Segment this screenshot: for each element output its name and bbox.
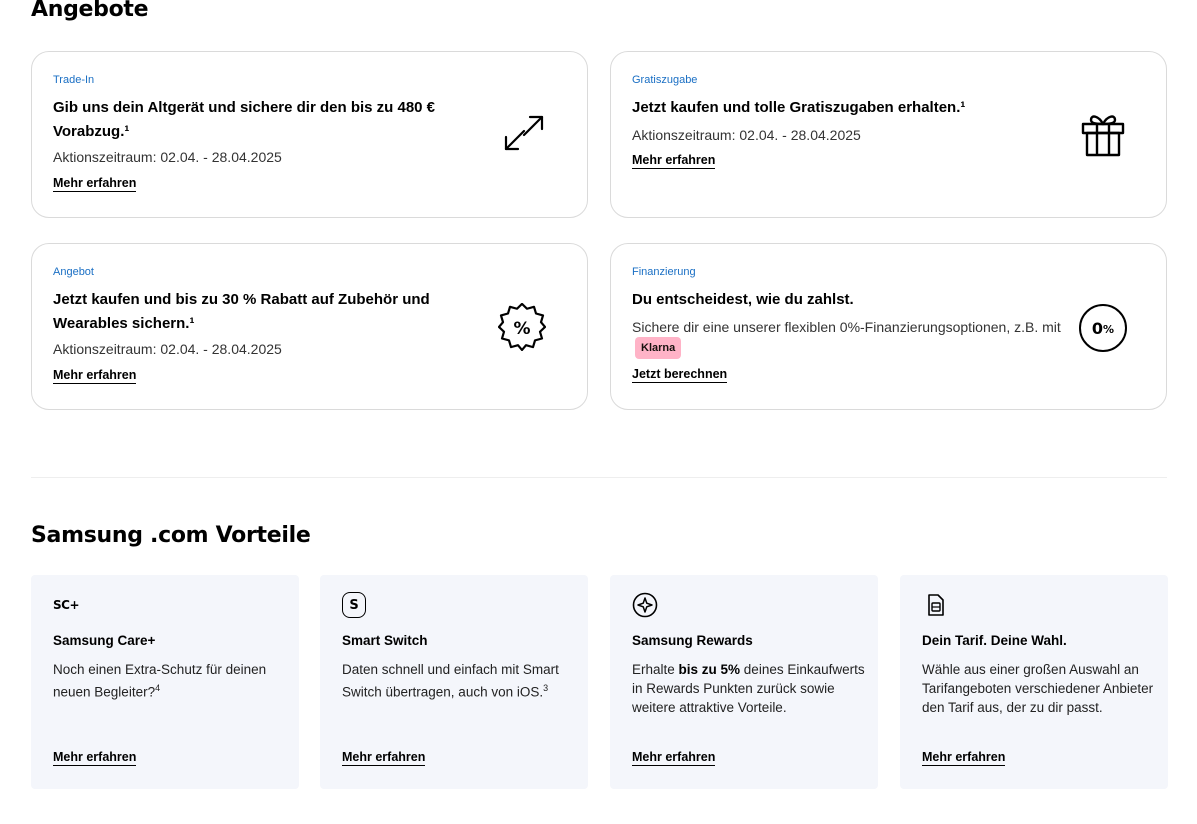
offer-more-link[interactable]: Mehr erfahren bbox=[53, 176, 137, 192]
offer-financing-text: Sichere dir eine unserer flexiblen 0%-Fi… bbox=[632, 317, 1062, 359]
benefit-title: Samsung Care+ bbox=[53, 633, 156, 648]
zero-percent-icon-number: 0 bbox=[1091, 318, 1104, 338]
benefit-title: Smart Switch bbox=[342, 633, 428, 648]
offer-period: Aktionszeitraum: 02.04. - 28.04.2025 bbox=[632, 127, 861, 143]
offer-eyebrow: Angebot bbox=[53, 266, 94, 278]
benefit-more-link[interactable]: Mehr erfahren bbox=[922, 750, 1006, 766]
offer-headline: Du entscheidest, wie du zahlst. bbox=[632, 291, 854, 308]
benefit-description: Erhalte bis zu 5% deines Einkaufwerts in… bbox=[632, 660, 867, 717]
offer-period: Aktionszeitraum: 02.04. - 28.04.2025 bbox=[53, 341, 282, 357]
rewards-star-icon bbox=[632, 592, 658, 618]
offer-card-gift[interactable]: Gratiszugabe Jetzt kaufen und tolle Grat… bbox=[610, 51, 1167, 218]
zero-percent-icon-sign: % bbox=[1103, 323, 1115, 336]
benefit-card-smart-switch[interactable]: S Smart Switch Daten schnell und einfach… bbox=[320, 575, 588, 789]
benefit-description: Daten schnell und einfach mit Smart Swit… bbox=[342, 660, 577, 702]
benefit-description-text: Erhalte bbox=[632, 662, 679, 677]
benefit-title: Samsung Rewards bbox=[632, 633, 753, 648]
offer-period: Aktionszeitraum: 02.04. - 28.04.2025 bbox=[53, 149, 282, 165]
offer-eyebrow: Finanzierung bbox=[632, 266, 696, 278]
percent-badge-icon: % bbox=[498, 303, 546, 351]
benefit-description: Wähle aus einer großen Auswahl an Tarifa… bbox=[922, 662, 1154, 715]
offer-financing-description: Sichere dir eine unserer flexiblen 0%-Fi… bbox=[632, 319, 1061, 335]
offer-headline: Jetzt kaufen und tolle Gratiszugaben erh… bbox=[632, 99, 966, 116]
offer-eyebrow: Gratiszugabe bbox=[632, 74, 698, 86]
zero-percent-icon: 0% bbox=[1079, 304, 1127, 352]
benefit-title: Dein Tarif. Deine Wahl. bbox=[922, 633, 1067, 648]
benefit-card-rewards[interactable]: Samsung Rewards Erhalte bis zu 5% deines… bbox=[610, 575, 878, 789]
benefit-highlight: bis zu 5% bbox=[678, 662, 741, 677]
sim-card-icon bbox=[928, 594, 944, 616]
footnote-ref: 4 bbox=[155, 683, 161, 693]
svg-text:%: % bbox=[513, 319, 530, 339]
klarna-badge: Klarna bbox=[635, 337, 682, 359]
samsung-care-plus-icon-text: SC+ bbox=[53, 598, 80, 612]
smart-switch-icon-text: S bbox=[349, 597, 359, 613]
benefit-description-text: Daten schnell und einfach mit Smart Swit… bbox=[342, 662, 559, 700]
benefit-more-link[interactable]: Mehr erfahren bbox=[632, 750, 716, 766]
offer-card-discount[interactable]: Angebot Jetzt kaufen und bis zu 30 % Rab… bbox=[31, 243, 588, 410]
benefit-card-tariff[interactable]: Dein Tarif. Deine Wahl. Wähle aus einer … bbox=[900, 575, 1168, 789]
offer-more-link[interactable]: Mehr erfahren bbox=[53, 368, 137, 384]
benefits-section-title: Samsung .com Vorteile bbox=[31, 523, 311, 548]
benefit-description: Noch einen Extra-Schutz für deinen neuen… bbox=[53, 660, 288, 702]
offer-headline: Gib uns dein Altgerät und sichere dir de… bbox=[53, 99, 436, 140]
footnote-ref: 3 bbox=[543, 683, 549, 693]
offer-eyebrow: Trade-In bbox=[53, 74, 95, 86]
arrows-swap-icon bbox=[504, 115, 544, 151]
benefit-more-link[interactable]: Mehr erfahren bbox=[53, 750, 137, 766]
benefit-description-text: Noch einen Extra-Schutz für deinen neuen… bbox=[53, 662, 267, 700]
offer-card-financing[interactable]: Finanzierung Du entscheidest, wie du zah… bbox=[610, 243, 1167, 410]
section-divider bbox=[31, 477, 1167, 478]
offer-calculate-link[interactable]: Jetzt berechnen bbox=[632, 367, 728, 383]
offers-section-title: Angebote bbox=[31, 0, 149, 22]
smart-switch-icon: S bbox=[342, 592, 366, 618]
benefit-card-samsung-care[interactable]: SC+ Samsung Care+ Noch einen Extra-Schut… bbox=[31, 575, 299, 789]
offer-headline: Jetzt kaufen und bis zu 30 % Rabatt auf … bbox=[53, 291, 430, 332]
samsung-care-plus-icon: SC+ bbox=[53, 592, 80, 618]
offer-more-link[interactable]: Mehr erfahren bbox=[632, 153, 716, 169]
offer-card-trade-in[interactable]: Trade-In Gib uns dein Altgerät und siche… bbox=[31, 51, 588, 218]
gift-icon bbox=[1081, 115, 1125, 157]
benefit-more-link[interactable]: Mehr erfahren bbox=[342, 750, 426, 766]
